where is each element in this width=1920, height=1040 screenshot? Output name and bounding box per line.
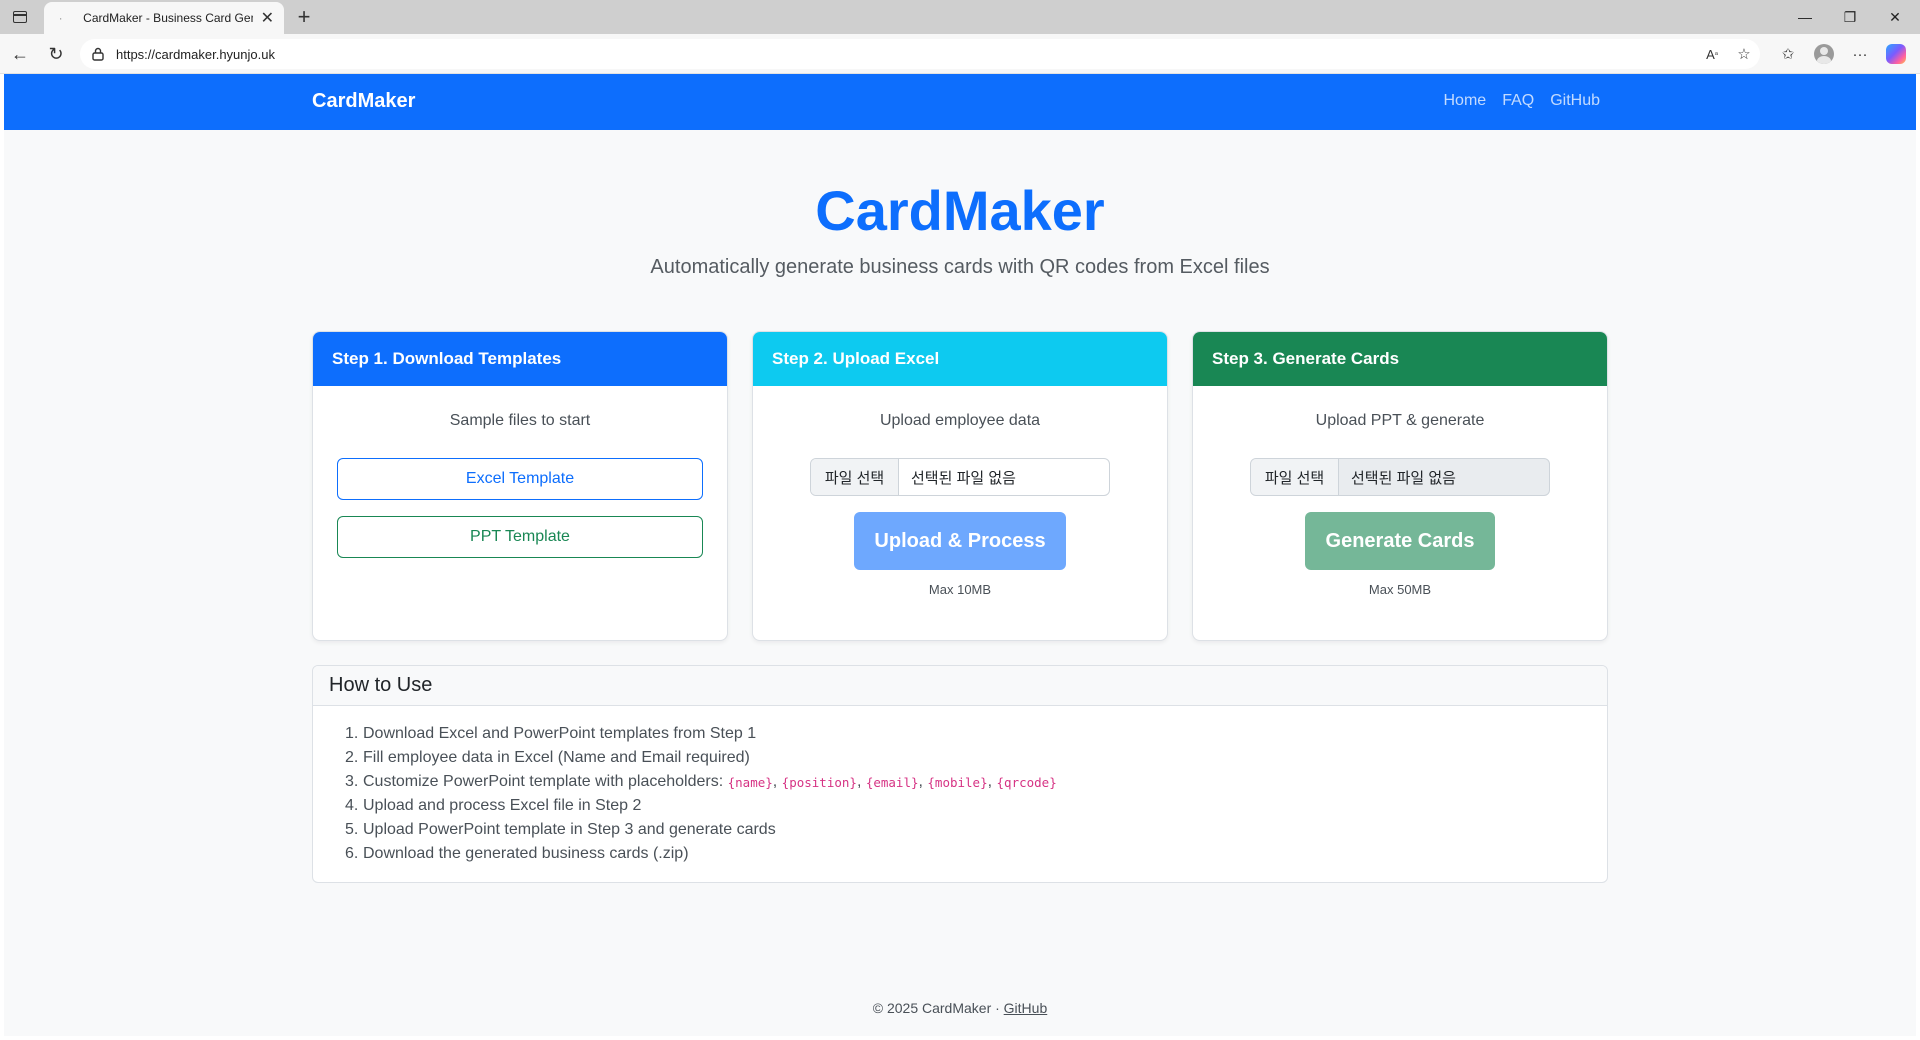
hero-subtitle: Automatically generate business cards wi… <box>650 256 1270 278</box>
step3-card: Step 3. Generate Cards Upload PPT & gene… <box>1192 331 1608 641</box>
ppt-file-input[interactable]: 파일 선택 선택된 파일 없음 <box>1250 458 1550 496</box>
minimize-icon[interactable]: — <box>1790 4 1820 30</box>
copilot-icon[interactable] <box>1884 42 1908 66</box>
browser-tab[interactable]: · CardMaker - Business Card Generator ✕ <box>44 2 284 34</box>
generate-cards-button[interactable]: Generate Cards <box>1305 512 1495 570</box>
placeholder-qrcode: {qrcode} <box>996 774 1057 790</box>
tab-title: CardMaker - Business Card Generator <box>83 11 252 25</box>
lock-icon[interactable] <box>90 46 106 62</box>
url-field[interactable]: https://cardmaker.hyunjo.uk <box>80 39 1760 69</box>
favorite-star-icon[interactable]: ☆ <box>1732 42 1756 66</box>
ppt-choose-file-button[interactable]: 파일 선택 <box>1251 459 1339 495</box>
step3-header: Step 3. Generate Cards <box>1193 332 1607 386</box>
footer: © 2025 CardMaker · GitHub <box>4 1000 1916 1016</box>
refresh-icon[interactable]: ↻ <box>44 42 68 66</box>
upload-process-button[interactable]: Upload & Process <box>854 512 1066 570</box>
nav-faq-link[interactable]: FAQ <box>1502 92 1534 110</box>
list-item: 6. Download the generated business cards … <box>345 845 689 862</box>
close-tab-icon[interactable]: ✕ <box>261 8 274 28</box>
placeholder-email: {email} <box>865 774 919 790</box>
step1-card: Step 1. Download Templates Sample files … <box>312 331 728 641</box>
excel-file-input[interactable]: 파일 선택 선택된 파일 없음 <box>810 458 1110 496</box>
back-icon[interactable]: ← <box>8 42 32 66</box>
page-favicon-icon: · <box>58 11 63 25</box>
placeholder-mobile: {mobile} <box>927 774 988 790</box>
how-to-list: 1. Download Excel and PowerPoint template… <box>345 722 1057 866</box>
list-item: 3. Customize PowerPoint template with pla… <box>345 773 1057 790</box>
placeholder-name: {name} <box>727 774 773 790</box>
brand-logo[interactable]: CardMaker <box>312 90 415 113</box>
site-navbar: CardMaker Home FAQ GitHub <box>4 74 1916 130</box>
footer-copyright: © 2025 CardMaker · <box>872 1000 1004 1016</box>
favorites-icon[interactable]: ✩ <box>1776 42 1800 66</box>
list-item: 5. Upload PowerPoint template in Step 3 a… <box>345 821 776 838</box>
list-item: 4. Upload and process Excel file in Step … <box>345 797 642 814</box>
ppt-file-status: 선택된 파일 없음 <box>1351 469 1456 487</box>
read-aloud-icon[interactable]: Aᵃ <box>1700 42 1724 66</box>
ppt-template-button[interactable]: PPT Template <box>337 516 703 558</box>
list-item: 2. Fill employee data in Excel (Name and … <box>345 749 750 766</box>
profile-icon[interactable] <box>1812 42 1836 66</box>
excel-template-button[interactable]: Excel Template <box>337 458 703 500</box>
footer-github-link[interactable]: GitHub <box>1004 1000 1048 1016</box>
browser-tab-bar: · CardMaker - Business Card Generator ✕ … <box>0 0 1920 34</box>
address-bar-row: ← ↻ https://cardmaker.hyunjo.uk Aᵃ ☆ ✩ ·… <box>0 34 1920 74</box>
step1-header: Step 1. Download Templates <box>313 332 727 386</box>
ppt-max-size-note: Max 50MB <box>1368 582 1432 597</box>
excel-choose-file-button[interactable]: 파일 선택 <box>811 459 899 495</box>
new-tab-icon[interactable]: + <box>292 4 316 29</box>
how-to-use-card: How to Use 1. Download Excel and PowerPoi… <box>312 665 1608 883</box>
step2-description: Upload employee data <box>879 412 1041 429</box>
page-viewport: CardMaker Home FAQ GitHub CardMaker Auto… <box>4 74 1916 1036</box>
excel-file-status: 선택된 파일 없음 <box>911 469 1016 487</box>
step3-description: Upload PPT & generate <box>1315 412 1485 429</box>
excel-max-size-note: Max 10MB <box>928 582 992 597</box>
url-text: https://cardmaker.hyunjo.uk <box>116 46 275 62</box>
close-window-icon[interactable]: ✕ <box>1880 4 1910 30</box>
nav-links: Home FAQ GitHub <box>1444 92 1601 110</box>
restore-icon[interactable]: ❐ <box>1835 4 1865 30</box>
nav-home-link[interactable]: Home <box>1444 92 1487 110</box>
step2-card: Step 2. Upload Excel Upload employee dat… <box>752 331 1168 641</box>
list-item: 1. Download Excel and PowerPoint template… <box>345 725 757 742</box>
tab-actions-icon[interactable] <box>10 7 30 27</box>
placeholder-position: {position} <box>781 774 857 790</box>
nav-github-link[interactable]: GitHub <box>1550 92 1600 110</box>
hero-title: CardMaker <box>815 179 1105 242</box>
more-menu-icon[interactable]: ··· <box>1848 42 1872 66</box>
step1-description: Sample files to start <box>449 412 591 429</box>
step2-header: Step 2. Upload Excel <box>753 332 1167 386</box>
how-to-use-title: How to Use <box>313 666 1607 706</box>
